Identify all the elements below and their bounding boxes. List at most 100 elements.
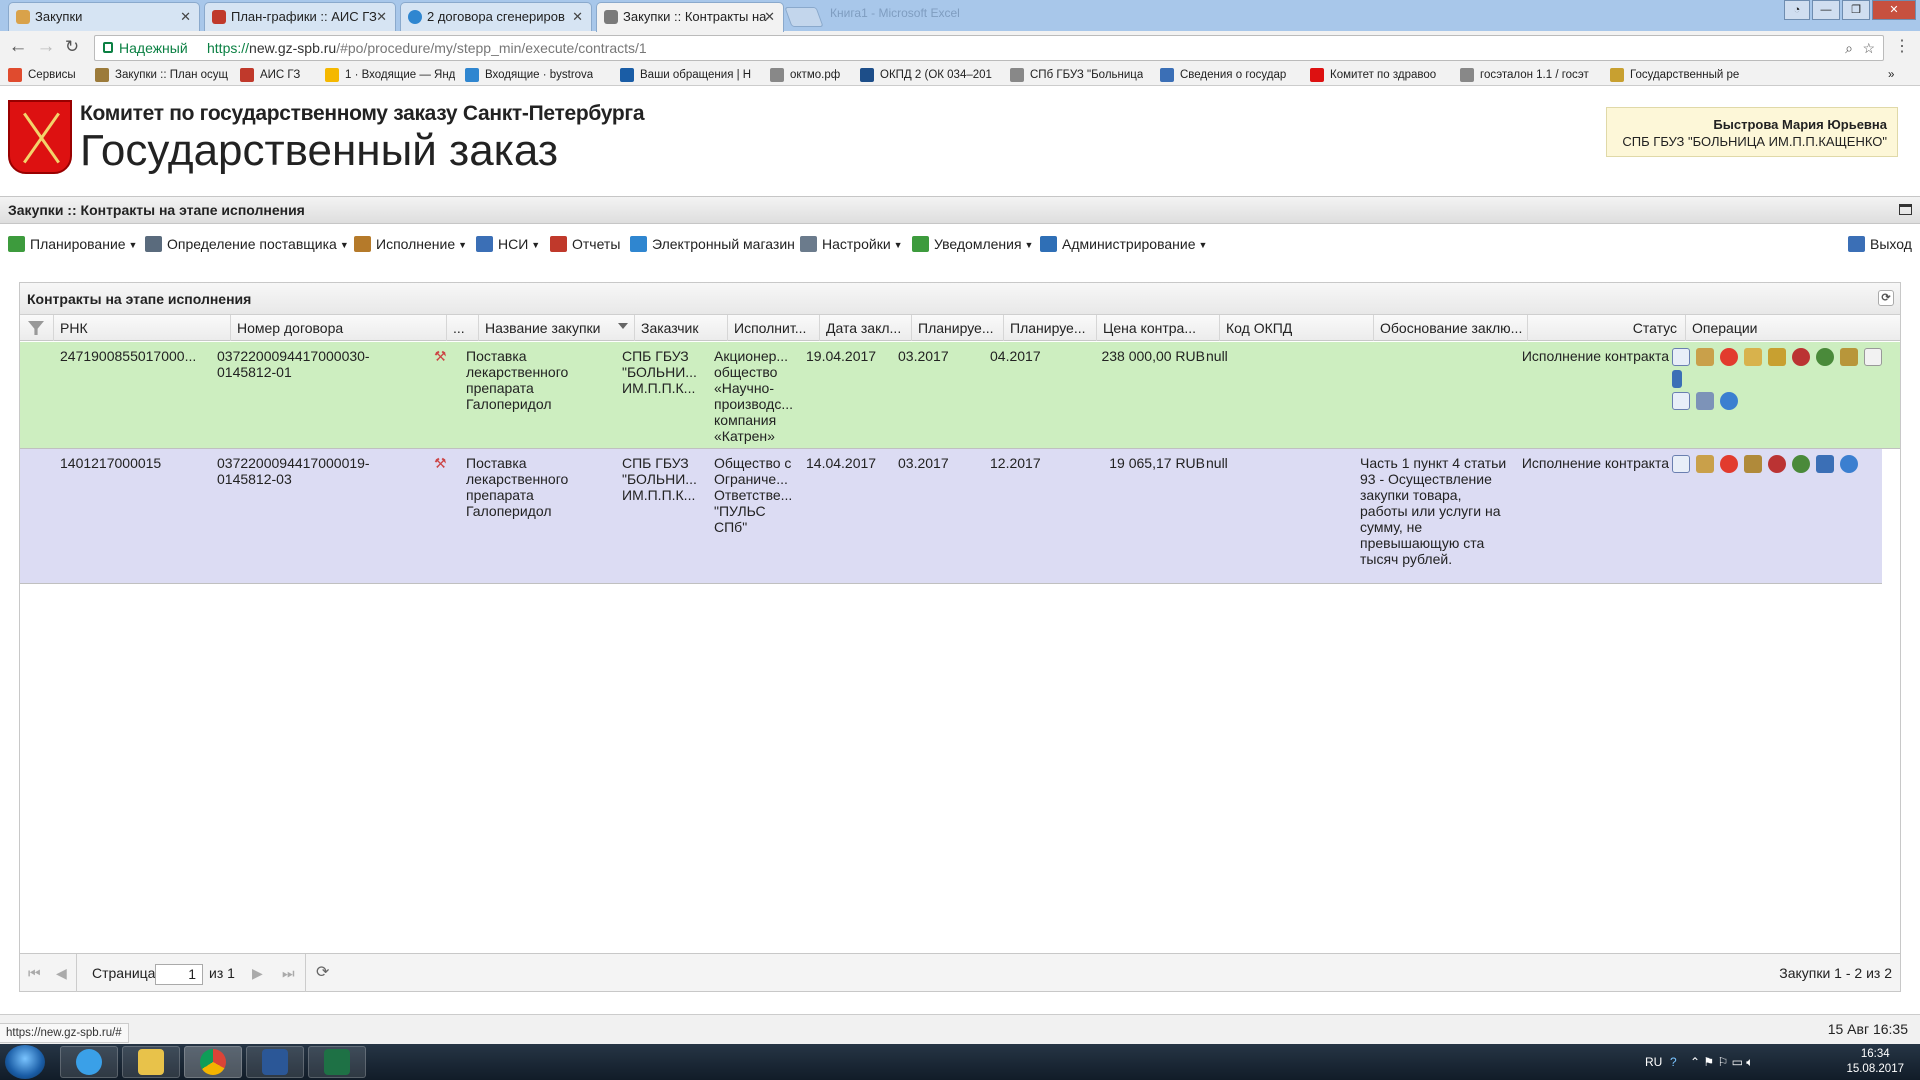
- filter-icon[interactable]: [618, 323, 628, 329]
- column-header-customer[interactable]: Заказчик: [635, 315, 728, 341]
- certificate-icon[interactable]: [1744, 455, 1762, 473]
- maximize-icon[interactable]: [1899, 204, 1912, 215]
- column-header-reason[interactable]: Обоснование заклю...: [1374, 315, 1528, 341]
- scroll-icon[interactable]: [1696, 455, 1714, 473]
- close-icon[interactable]: ✕: [764, 3, 775, 30]
- browser-tab[interactable]: План-графики :: АИС ГЗ ✕: [204, 2, 396, 31]
- barcode-icon[interactable]: [1816, 455, 1834, 473]
- minimize-button[interactable]: —: [1812, 0, 1840, 20]
- bookmark-item[interactable]: Государственный ре: [1610, 67, 1739, 83]
- column-header-type[interactable]: ...: [447, 315, 479, 341]
- url-input[interactable]: Надежный https://new.gz-spb.ru/#po/proce…: [94, 35, 1884, 61]
- reload-icon[interactable]: ↻: [62, 37, 82, 57]
- page-number-input[interactable]: 1: [155, 964, 203, 985]
- menu-item[interactable]: Исполнение ▼: [354, 229, 467, 260]
- scroll-list-icon[interactable]: [1840, 348, 1858, 366]
- bookmark-item[interactable]: Сервисы: [8, 67, 76, 83]
- column-header-contract-no[interactable]: Номер договора: [231, 315, 447, 341]
- bookmark-item[interactable]: 1 · Входящие — Янд: [325, 67, 455, 83]
- star-icon[interactable]: ☆: [1862, 36, 1875, 60]
- bookmark-item[interactable]: ОКПД 2 (ОК 034–201: [860, 67, 992, 83]
- chart-icon[interactable]: [1744, 348, 1762, 366]
- column-header-date[interactable]: Дата закл...: [820, 315, 912, 341]
- language-indicator[interactable]: RU: [1645, 1044, 1662, 1080]
- bookmark-item[interactable]: октмо.рф: [770, 67, 840, 83]
- column-header-price[interactable]: Цена контра...: [1097, 315, 1220, 341]
- menu-item[interactable]: НСИ ▼: [476, 229, 540, 260]
- table-row[interactable]: 2471900855017000... 0372200094417000030-…: [20, 342, 1900, 449]
- next-page-icon[interactable]: ▶: [252, 954, 263, 992]
- emblem-icon[interactable]: [1792, 348, 1810, 366]
- close-window-button[interactable]: ✕: [1872, 0, 1916, 20]
- barcode-icon[interactable]: [1672, 370, 1682, 388]
- menu-item[interactable]: Отчеты: [550, 229, 620, 259]
- prev-page-icon[interactable]: ◀: [56, 954, 67, 992]
- scroll-icon[interactable]: [1696, 348, 1714, 366]
- doc-list-icon[interactable]: [1672, 392, 1690, 410]
- bookmark-item[interactable]: госэталон 1.1 / госэт: [1460, 67, 1589, 83]
- menu-item[interactable]: Планирование ▼: [8, 229, 137, 260]
- back-arrow-icon[interactable]: ←: [8, 37, 28, 57]
- bookmark-item[interactable]: Входящие · bystrova: [465, 67, 593, 83]
- column-header-supplier[interactable]: Исполнит...: [728, 315, 820, 341]
- zoom-icon[interactable]: ⌕: [1845, 36, 1853, 60]
- last-page-icon[interactable]: ⏭: [282, 954, 295, 992]
- bookmark-item[interactable]: Комитет по здравоо: [1310, 67, 1436, 83]
- filter-clear-icon[interactable]: [20, 315, 54, 341]
- bookmarks-more-button[interactable]: »: [1888, 67, 1894, 83]
- close-icon[interactable]: ✕: [180, 3, 191, 30]
- stop-icon[interactable]: [1720, 348, 1738, 366]
- bookmark-item[interactable]: Закупки :: План осущ: [95, 67, 228, 83]
- start-button[interactable]: [5, 1045, 45, 1079]
- page-icon[interactable]: [1864, 348, 1882, 366]
- table-row[interactable]: 1401217000015 0372200094417000019-014581…: [20, 449, 1882, 584]
- stop-icon[interactable]: [1720, 455, 1738, 473]
- menu-item[interactable]: Администрирование ▼: [1040, 229, 1207, 260]
- bookmark-item[interactable]: АИС ГЗ: [240, 67, 300, 83]
- bookmark-item[interactable]: Сведения о государ: [1160, 67, 1286, 83]
- info-icon[interactable]: [1720, 392, 1738, 410]
- column-header-status[interactable]: Статус: [1528, 315, 1686, 341]
- browser-tab[interactable]: 2 договора сгенериров ✕: [400, 2, 592, 31]
- emblem-icon[interactable]: [1768, 455, 1786, 473]
- key-icon[interactable]: [1768, 348, 1786, 366]
- column-header-plan-start[interactable]: Планируе...: [912, 315, 1004, 341]
- first-page-icon[interactable]: ⏮: [28, 954, 41, 992]
- taskbar-excel[interactable]: [308, 1046, 366, 1078]
- refresh-icon[interactable]: ⟳: [1878, 290, 1894, 306]
- close-icon[interactable]: ✕: [572, 3, 583, 30]
- document-icon[interactable]: [1672, 455, 1690, 473]
- close-icon[interactable]: ✕: [376, 3, 387, 30]
- browser-tab-active[interactable]: Закупки :: Контракты на ✕: [596, 2, 784, 32]
- menu-dots-icon[interactable]: ⋮: [1892, 37, 1912, 57]
- taskbar-explorer[interactable]: [122, 1046, 180, 1078]
- new-tab-button[interactable]: [784, 7, 824, 27]
- column-header-rnk[interactable]: РНК: [54, 315, 231, 341]
- column-header-operations[interactable]: Операции: [1686, 315, 1902, 341]
- cell-contract-no[interactable]: 0372200094417000030-0145812-01: [217, 348, 387, 380]
- menu-item[interactable]: Определение поставщика ▼: [145, 229, 349, 260]
- gear-arrows-icon[interactable]: [1816, 348, 1834, 366]
- user-icon[interactable]: ◔: [1784, 0, 1810, 20]
- forward-arrow-icon[interactable]: →: [36, 37, 56, 57]
- taskbar-word[interactable]: [246, 1046, 304, 1078]
- taskbar-chrome[interactable]: [184, 1046, 242, 1078]
- menu-item[interactable]: Уведомления ▼: [912, 229, 1033, 260]
- logout-button[interactable]: Выход: [1848, 229, 1912, 259]
- info-icon[interactable]: [1840, 455, 1858, 473]
- help-icon[interactable]: ?: [1670, 1044, 1677, 1080]
- menu-item[interactable]: Настройки ▼: [800, 229, 903, 260]
- column-header-plan-end[interactable]: Планируе...: [1004, 315, 1097, 341]
- document-icon[interactable]: [1672, 348, 1690, 366]
- column-header-okpd[interactable]: Код ОКПД: [1220, 315, 1374, 341]
- browser-tab[interactable]: Закупки ✕: [8, 2, 200, 31]
- taskbar-ie[interactable]: [60, 1046, 118, 1078]
- menu-item[interactable]: Электронный магазин: [630, 229, 795, 259]
- refresh-icon[interactable]: ⟳: [316, 954, 329, 992]
- gear-arrows-icon[interactable]: [1792, 455, 1810, 473]
- cell-contract-no[interactable]: 0372200094417000019-0145812-03: [217, 455, 387, 487]
- column-header-name[interactable]: Название закупки: [479, 315, 635, 341]
- maximize-button[interactable]: ❐: [1842, 0, 1870, 20]
- taskbar-clock[interactable]: 16:34 15.08.2017: [1846, 1047, 1904, 1077]
- bookmark-item[interactable]: Ваши обращения | Н: [620, 67, 751, 83]
